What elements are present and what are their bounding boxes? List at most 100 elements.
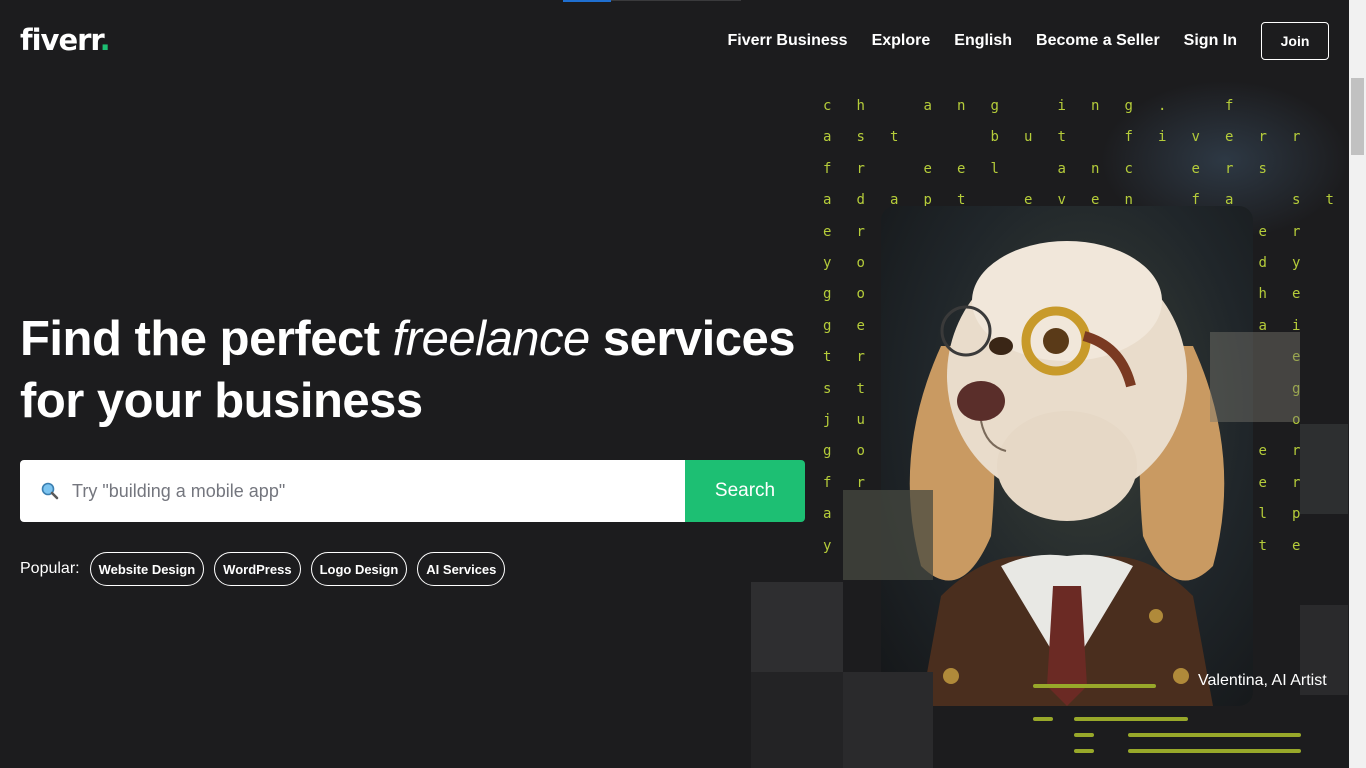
decor-square (751, 582, 843, 672)
search-bar: Search (20, 460, 805, 522)
matrix-letter: u (1024, 129, 1033, 146)
matrix-letter: r (1258, 129, 1267, 146)
matrix-letter: t (890, 129, 899, 146)
hero-title-part2: services (589, 312, 796, 366)
matrix-letter: i (1057, 98, 1066, 114)
matrix-letter: e (923, 160, 932, 177)
decor-line (1128, 749, 1301, 753)
search-input[interactable] (70, 479, 634, 503)
matrix-letter: t (1057, 129, 1066, 146)
matrix-letter: o (856, 286, 865, 303)
matrix-letter: t (1325, 192, 1334, 209)
search-button[interactable]: Search (685, 460, 805, 522)
loading-track (611, 0, 741, 1)
matrix-letter: t (823, 349, 832, 366)
matrix-letter: r (1292, 129, 1301, 146)
tag-ai-services[interactable]: AI Services (417, 552, 506, 586)
matrix-letter: l (1258, 506, 1267, 523)
matrix-letter: g (1124, 98, 1133, 114)
matrix-letter: e (957, 160, 966, 177)
matrix-letter: e (1292, 286, 1301, 303)
matrix-letter: f (823, 474, 832, 491)
matrix-letter: a (823, 192, 832, 209)
decor-square (1300, 424, 1348, 514)
nav-explore[interactable]: Explore (872, 22, 931, 60)
hero-title-italic: freelance (392, 312, 591, 366)
decor-square (843, 672, 933, 768)
loading-indicator (563, 0, 611, 2)
matrix-letter: f (1225, 98, 1234, 114)
tag-website-design[interactable]: Website Design (89, 552, 205, 586)
matrix-letter: o (856, 443, 865, 460)
matrix-letter: g (823, 443, 832, 460)
matrix-letter: n (1091, 160, 1100, 177)
scrollbar-thumb[interactable] (1351, 78, 1364, 155)
search-box[interactable] (20, 460, 685, 522)
matrix-letter: e (856, 317, 865, 334)
decor-line (1033, 717, 1053, 721)
matrix-letter: r (856, 474, 865, 491)
matrix-row: freelancers (815, 161, 1335, 181)
matrix-letter: . (1158, 98, 1167, 114)
matrix-letter: d (856, 192, 865, 209)
matrix-letter: v (1191, 129, 1200, 146)
matrix-letter: o (856, 255, 865, 271)
fiverr-logo[interactable]: fiverr. (20, 22, 111, 58)
matrix-letter: e (1191, 160, 1200, 177)
matrix-letter: h (856, 98, 865, 114)
search-icon (41, 482, 59, 500)
decor-line (1074, 749, 1094, 753)
matrix-row: astbutfiverr (815, 129, 1335, 149)
popular-tags: Popular: Website Design WordPress Logo D… (20, 552, 515, 586)
matrix-letter: h (1258, 286, 1267, 303)
matrix-letter: f (823, 160, 832, 177)
matrix-letter: r (856, 160, 865, 177)
matrix-letter: e (1225, 129, 1234, 146)
matrix-letter: s (1258, 160, 1267, 177)
matrix-letter: a (823, 129, 832, 146)
logo-text: fiverr (20, 23, 101, 57)
matrix-letter: y (823, 537, 832, 554)
tag-logo-design[interactable]: Logo Design (310, 552, 408, 586)
matrix-letter: r (856, 223, 865, 240)
matrix-letter: r (1225, 160, 1234, 177)
matrix-letter: s (823, 380, 832, 397)
matrix-letter: g (823, 286, 832, 303)
nav-english[interactable]: English (954, 22, 1012, 60)
decor-line (1074, 733, 1094, 737)
nav-become-a-seller[interactable]: Become a Seller (1036, 22, 1160, 60)
logo-dot: . (99, 23, 111, 57)
matrix-letter: f (1124, 129, 1133, 146)
matrix-letter: c (823, 98, 832, 114)
nav-fiverr-business[interactable]: Fiverr Business (728, 22, 848, 60)
matrix-letter: l (990, 160, 999, 177)
matrix-letter: e (1258, 443, 1267, 460)
tag-wordpress[interactable]: WordPress (214, 552, 301, 586)
matrix-letter: i (1158, 129, 1167, 146)
matrix-letter: e (1292, 537, 1301, 554)
top-nav: Fiverr Business Explore English Become a… (704, 22, 1329, 60)
matrix-letter: c (1124, 160, 1133, 177)
matrix-letter: a (1057, 160, 1066, 177)
hero-title: Find the perfect freelance services for … (20, 308, 820, 432)
matrix-letter: j (823, 412, 832, 428)
matrix-letter: g (823, 317, 832, 334)
matrix-letter: t (1258, 537, 1267, 554)
matrix-letter: r (1292, 223, 1301, 240)
matrix-letter: b (990, 129, 999, 146)
matrix-row: c h a n g i n g. f (815, 98, 1335, 118)
join-button[interactable]: Join (1261, 22, 1329, 60)
matrix-letter: r (856, 349, 865, 366)
decor-line (1128, 733, 1301, 737)
matrix-letter: y (823, 255, 832, 271)
matrix-letter: s (1292, 192, 1301, 209)
matrix-letter: y (1292, 255, 1301, 271)
matrix-letter: a (923, 98, 932, 114)
matrix-letter: s (856, 129, 865, 146)
matrix-letter: g (990, 98, 999, 114)
matrix-letter: a (823, 506, 832, 523)
matrix-letter: e (1258, 223, 1267, 240)
decor-square (1210, 332, 1300, 422)
page-scrollbar[interactable] (1349, 0, 1366, 768)
nav-sign-in[interactable]: Sign In (1184, 22, 1237, 60)
